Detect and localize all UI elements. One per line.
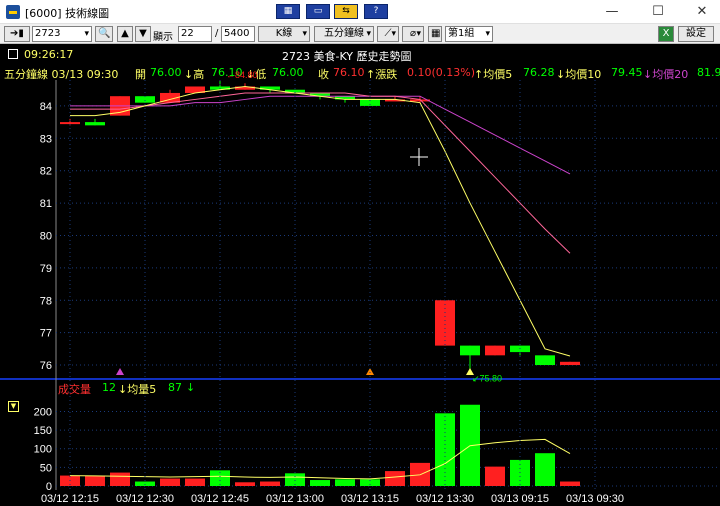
candle-body bbox=[85, 122, 105, 126]
volume-bar bbox=[260, 481, 280, 486]
stock-code-input[interactable]: 2723 bbox=[32, 26, 92, 42]
candle-body bbox=[460, 345, 480, 356]
price-tick-label: 80 bbox=[40, 230, 52, 242]
candle-body bbox=[135, 96, 155, 103]
period-dropdown[interactable]: 五分鐘線 bbox=[314, 26, 374, 42]
volume-bar bbox=[235, 482, 255, 486]
layout-icon-button[interactable]: ▦ bbox=[276, 4, 300, 19]
window-icon-button[interactable]: ▭ bbox=[306, 4, 330, 19]
time-tick-label: 03/12 12:30 bbox=[116, 493, 174, 505]
link-icon-button[interactable]: ⇆ bbox=[334, 4, 358, 19]
high-mark-label: ←84.80 bbox=[226, 70, 258, 80]
price-tick-label: 82 bbox=[40, 166, 52, 178]
help-icon-button[interactable]: ? bbox=[364, 4, 388, 19]
price-tick-label: 76 bbox=[40, 360, 52, 372]
slash-separator: / bbox=[215, 28, 219, 39]
settings-button[interactable]: 設定 bbox=[678, 26, 714, 42]
price-tick-label: 78 bbox=[40, 295, 52, 307]
volume-bar bbox=[160, 478, 180, 486]
volume-bar bbox=[485, 466, 505, 486]
total-count-field: 5400 bbox=[221, 26, 255, 42]
toolbar: ➔▮ 2723 🔍 ▲ ▼ 顯示 22 / 5400 K線 五分鐘線 ⟋ ⌀ ▦… bbox=[0, 24, 720, 44]
price-plot-area bbox=[56, 80, 720, 378]
chart-type-dropdown[interactable]: K線 bbox=[258, 26, 310, 42]
minimize-button[interactable]: — bbox=[598, 3, 626, 21]
price-tick-label: 77 bbox=[40, 328, 52, 340]
time-tick-label: 03/12 12:15 bbox=[41, 493, 99, 505]
window-title: [6000] 技術線圖 bbox=[25, 7, 110, 20]
time-tick-label: 03/12 13:15 bbox=[341, 493, 399, 505]
chart-canvas[interactable]: 76 77 78 79 80 81 82 83 84 ←84.80 ↙75.80 0 50 100 150 2… bbox=[0, 44, 720, 506]
excel-icon[interactable]: X bbox=[658, 26, 674, 42]
app-icon bbox=[6, 5, 20, 19]
price-tick-label: 83 bbox=[40, 133, 52, 145]
maximize-button[interactable]: ☐ bbox=[644, 3, 672, 21]
draw-line-icon[interactable]: ⟋ bbox=[377, 26, 399, 42]
volume-label: 成交量 bbox=[58, 383, 91, 396]
chart-panel: 09:26:17 2723 美食-KY 歷史走勢圖 五分鐘線 03/13 09:… bbox=[0, 44, 720, 506]
price-tick-label: 81 bbox=[40, 198, 52, 210]
group-dropdown[interactable]: 第1組 bbox=[445, 26, 493, 42]
volume-tick-label: 200 bbox=[34, 406, 52, 418]
volume-ma-arrow: ↓ bbox=[186, 381, 196, 394]
volume-bar bbox=[560, 481, 580, 486]
candle-body bbox=[485, 345, 505, 356]
volume-bar bbox=[335, 479, 355, 486]
volume-bar bbox=[535, 453, 555, 486]
volume-bar bbox=[135, 481, 155, 486]
time-tick-label: 03/12 13:30 bbox=[416, 493, 474, 505]
volume-tick-label: 100 bbox=[34, 444, 52, 456]
arrow-up-icon[interactable]: ▲ bbox=[117, 26, 133, 42]
candle-body bbox=[560, 361, 580, 366]
time-tick-label: 03/12 12:45 bbox=[191, 493, 249, 505]
display-label: 顯示 bbox=[153, 32, 173, 43]
volume-bar bbox=[85, 475, 105, 486]
volume-tick-label: 150 bbox=[34, 425, 52, 437]
volume-collapse-icon[interactable]: ▼ bbox=[8, 401, 19, 412]
volume-ma-value: 87 bbox=[168, 381, 182, 394]
volume-ma-label: ↓均量5 bbox=[118, 383, 157, 396]
candle-body bbox=[60, 122, 80, 125]
candle-body bbox=[435, 300, 455, 346]
time-tick-label: 03/12 13:00 bbox=[266, 493, 324, 505]
volume-value: 12 bbox=[102, 381, 116, 394]
grid-icon[interactable]: ▦ bbox=[428, 26, 442, 42]
volume-bar bbox=[310, 480, 330, 486]
search-icon[interactable]: 🔍 bbox=[95, 26, 113, 42]
link-arrow-icon[interactable]: ➔▮ bbox=[4, 26, 30, 42]
time-tick-label: 03/13 09:15 bbox=[491, 493, 549, 505]
title-bar: [6000] 技術線圖 ▦ ▭ ⇆ ? — ☐ ✕ bbox=[0, 0, 720, 24]
low-mark-label: ↙75.80 bbox=[472, 374, 502, 384]
volume-bar bbox=[385, 471, 405, 486]
candle-body bbox=[535, 355, 555, 366]
arrow-down-icon[interactable]: ▼ bbox=[135, 26, 151, 42]
volume-bar bbox=[110, 472, 130, 486]
volume-tick-label: 50 bbox=[40, 462, 52, 474]
price-tick-label: 79 bbox=[40, 263, 52, 275]
time-tick-label: 03/13 09:30 bbox=[566, 493, 624, 505]
volume-tick-label: 0 bbox=[46, 481, 52, 493]
close-button[interactable]: ✕ bbox=[688, 3, 716, 21]
display-count-input[interactable]: 22 bbox=[178, 26, 212, 42]
volume-bar bbox=[185, 478, 205, 486]
price-tick-label: 84 bbox=[40, 101, 52, 113]
eraser-icon[interactable]: ⌀ bbox=[402, 26, 424, 42]
